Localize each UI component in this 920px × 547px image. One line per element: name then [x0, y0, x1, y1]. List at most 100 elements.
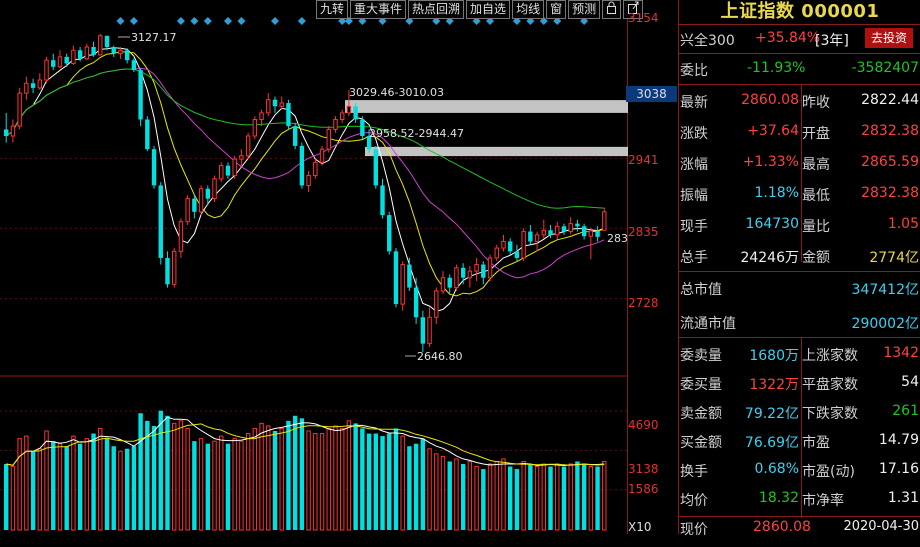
up-count-value: 1342 — [883, 345, 919, 361]
volume-tick: 1586 — [628, 482, 659, 496]
pe-label: 市盈 — [802, 435, 830, 451]
open-value: 2832.38 — [861, 123, 919, 139]
volume-bar — [232, 438, 237, 531]
avg-label: 均价 — [680, 493, 708, 509]
volume-bar — [44, 430, 49, 531]
fund-return: +35.84% — [755, 30, 821, 46]
high-value: 2865.59 — [861, 154, 919, 170]
change-value: +37.64 — [747, 123, 799, 139]
candle-body — [360, 119, 365, 136]
toolbar-ma[interactable]: 均线 — [512, 0, 545, 19]
order-row: 均价 18.32 市净率 1.31 — [679, 484, 920, 513]
tick-header-row: 现价 2860.08 2020-04-30 — [679, 518, 920, 547]
candle-body — [286, 103, 291, 127]
float-cap-value: 290002亿 — [851, 316, 919, 332]
low-annotation: 2646.80 — [417, 350, 463, 363]
candle-body — [212, 178, 217, 200]
invest-button[interactable]: 去投资 — [865, 28, 913, 48]
volume-bar — [380, 436, 385, 530]
volume-bar — [400, 435, 405, 531]
volume-bar — [588, 466, 594, 531]
toolbar-jiuzhuan[interactable]: 九转 — [316, 0, 349, 19]
total-vol-label: 总手 — [680, 250, 708, 266]
moving-average-lines — [5, 47, 605, 312]
high-label: 最高 — [802, 157, 830, 173]
volume-ma5-line — [6, 416, 605, 467]
candle-body — [118, 49, 123, 55]
candle-body — [346, 105, 352, 114]
candle-body — [440, 277, 446, 292]
volume-bar — [514, 469, 520, 530]
quote-panel: 上证指数 000001 兴全300 +35.84% [3年] 去投资 委比 -1… — [678, 0, 920, 538]
candle-body — [259, 112, 264, 121]
volume-bar — [252, 427, 258, 531]
candle-body — [292, 126, 298, 146]
order-row: 买金额 76.69亿 市盈 14.79 — [679, 426, 920, 455]
volume-bar — [279, 427, 284, 531]
volume-bar — [124, 448, 130, 530]
candle-body — [528, 231, 533, 242]
cur-vol-value: 164730 — [745, 216, 799, 232]
volume-bar — [266, 425, 271, 531]
candle-body — [299, 145, 305, 186]
volume-bar — [528, 464, 533, 530]
mktcap-label: 总市值 — [680, 282, 722, 298]
kline-chart[interactable]: 3127.17 2646.80 3029.46-3010.03 2958.52-… — [0, 0, 628, 534]
toolbar-hot-review[interactable]: 热点回溯 — [408, 0, 465, 19]
candle-body — [373, 149, 378, 186]
volume-bar — [413, 443, 419, 530]
candle-body — [104, 35, 110, 48]
volume-bar — [340, 427, 345, 531]
candle-body — [306, 175, 311, 186]
candle-body — [219, 165, 224, 180]
volume-bar — [185, 427, 190, 531]
pe-dyn-label: 市盈(动) — [802, 464, 855, 480]
candle-body — [501, 240, 506, 249]
candle-body — [380, 185, 385, 216]
volume-bar — [440, 455, 446, 531]
candle-body — [151, 149, 157, 186]
sell-vol-value: 1680万 — [749, 348, 799, 364]
buy-vol-value: 1322万 — [749, 377, 799, 393]
candle-body — [131, 60, 137, 71]
volume-bar — [10, 466, 16, 531]
tick-date: 2020-04-30 — [843, 519, 919, 534]
toolbar-forecast[interactable]: 预测 — [568, 0, 601, 19]
volume-bar — [407, 446, 412, 530]
volume-bar — [427, 448, 432, 531]
lock-icon[interactable] — [602, 0, 622, 19]
candle-body — [111, 47, 116, 54]
price-tick: 2835 — [628, 225, 659, 239]
volume-bar — [131, 446, 137, 530]
open-label: 开盘 — [802, 126, 830, 142]
high-annotation: 3127.17 — [131, 31, 177, 44]
candle-body — [4, 129, 9, 136]
flat-count-value: 54 — [901, 374, 919, 390]
volume-bar — [205, 443, 210, 530]
candle-body — [326, 128, 331, 150]
toolbar-major-events[interactable]: 重大事件 — [350, 0, 407, 19]
latest-label: 最新 — [680, 95, 708, 111]
candle-body — [158, 185, 163, 258]
candle-body — [555, 225, 560, 236]
order-row: 委买量 1322万 平盘家数 54 — [679, 368, 920, 397]
volume-bar — [534, 466, 540, 531]
amp-label: 振幅 — [680, 188, 708, 204]
candle-body — [561, 226, 567, 232]
chart-toolbar: 九转 重大事件 热点回溯 加自选 均线 窗 预测 — [316, 0, 645, 19]
toolbar-window[interactable]: 窗 — [546, 0, 567, 19]
volume-bar — [178, 420, 184, 531]
candle-body — [481, 264, 486, 278]
sell-amt-value: 79.22亿 — [744, 406, 799, 422]
buy-vol-label: 委买量 — [680, 377, 722, 393]
signal-diamond — [176, 17, 185, 25]
candle-body — [10, 125, 16, 137]
pe-value: 14.79 — [878, 432, 919, 448]
candle-body — [232, 158, 237, 177]
float-cap-row: 流通市值 290002亿 — [679, 307, 920, 336]
volume-unit: X10 — [628, 520, 652, 534]
volume-bar — [353, 423, 358, 530]
toolbar-add-watchlist[interactable]: 加自选 — [466, 0, 511, 19]
gap-label-1: 3029.46-3010.03 — [349, 86, 444, 99]
gap-label-2: 2958.52-2944.47 — [369, 127, 464, 140]
